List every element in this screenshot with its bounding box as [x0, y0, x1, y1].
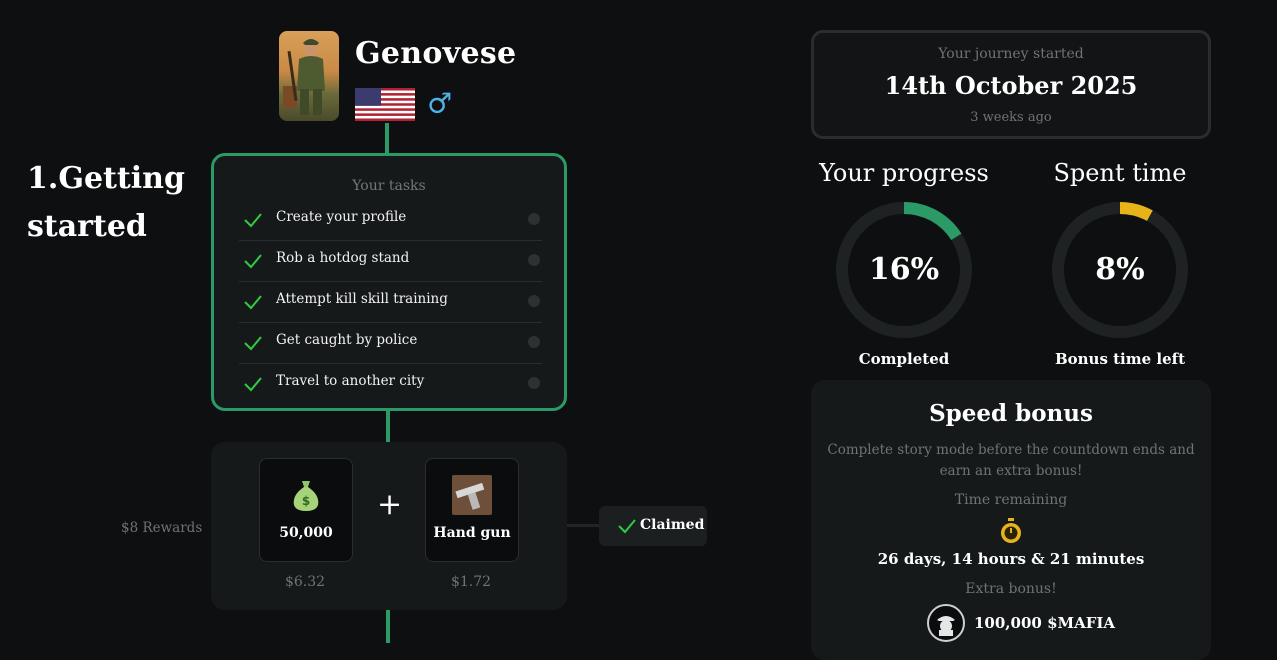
- tasks-card-title: Your tasks: [352, 178, 426, 194]
- claim-connector: [567, 524, 601, 527]
- rewards-label: $8 Rewards: [121, 520, 203, 536]
- connector-line-middle: [386, 408, 390, 444]
- speed-bonus-title: Speed bonus: [929, 400, 1093, 427]
- reward-price: $1.72: [450, 574, 492, 590]
- connector-line-bottom: [386, 610, 390, 643]
- journey-relative-time: 3 weeks ago: [970, 110, 1052, 125]
- task-label: Attempt kill skill training: [276, 291, 448, 307]
- soldier-avatar-icon: [283, 39, 325, 115]
- check-icon: [244, 295, 262, 310]
- check-icon: [244, 213, 262, 228]
- task-info-icon[interactable]: [528, 254, 540, 266]
- mafia-token-icon: [927, 604, 965, 642]
- progress-title: Your progress: [819, 159, 989, 187]
- task-list: Create your profile Rob a hotdog stand A…: [239, 200, 542, 404]
- claimed-button[interactable]: Claimed: [599, 506, 707, 546]
- check-icon: [244, 377, 262, 392]
- reward-price: $6.32: [284, 574, 326, 590]
- task-item-travel-city[interactable]: Travel to another city: [239, 364, 542, 404]
- journey-date: 14th October 2025: [884, 71, 1138, 100]
- task-item-rob-hotdog-stand[interactable]: Rob a hotdog stand: [239, 241, 542, 282]
- spent-time-caption: Bonus time left: [1054, 350, 1186, 368]
- reward-handgun[interactable]: Hand gun: [425, 458, 519, 562]
- player-avatar[interactable]: [279, 31, 339, 121]
- handgun-icon: [452, 475, 492, 515]
- journey-label: Your journey started: [938, 46, 1084, 62]
- progress-value: 16%: [868, 252, 940, 287]
- reward-cash[interactable]: $ 50,000: [259, 458, 353, 562]
- time-remaining-label: Time remaining: [954, 492, 1068, 508]
- task-label: Rob a hotdog stand: [276, 250, 410, 266]
- rewards-card: $ 50,000 $6.32 + Hand gun $1.72: [211, 442, 567, 610]
- task-item-kill-skill-training[interactable]: Attempt kill skill training: [239, 282, 542, 323]
- reward-name: Hand gun: [433, 525, 511, 541]
- task-info-icon[interactable]: [528, 336, 540, 348]
- reward-name: 50,000: [279, 525, 333, 541]
- tasks-card: Your tasks Create your profile Rob a hot…: [211, 153, 567, 411]
- plus-icon: +: [377, 487, 403, 522]
- task-info-icon[interactable]: [528, 213, 540, 225]
- task-label: Travel to another city: [276, 373, 425, 389]
- progress-caption: Completed: [858, 350, 950, 368]
- chapter-title: 1.Getting started: [27, 161, 185, 244]
- spent-time-title: Spent time: [1053, 159, 1187, 187]
- countdown-value: 26 days, 14 hours & 21 minutes: [877, 550, 1145, 568]
- check-icon: [244, 336, 262, 351]
- claimed-label: Claimed: [640, 517, 705, 533]
- check-icon: [618, 519, 636, 534]
- spent-time-value: 8%: [1095, 252, 1145, 287]
- extra-bonus-label: Extra bonus!: [965, 581, 1057, 597]
- task-item-caught-by-police[interactable]: Get caught by police: [239, 323, 542, 364]
- task-info-icon[interactable]: [528, 295, 540, 307]
- journey-card: Your journey started 14th October 2025 3…: [811, 30, 1211, 139]
- us-flag-icon: [355, 88, 415, 121]
- money-bag-icon: $: [293, 481, 319, 511]
- stopwatch-icon: [1001, 518, 1021, 543]
- task-label: Get caught by police: [276, 332, 418, 348]
- extra-bonus-amount: 100,000 $MAFIA: [974, 614, 1116, 632]
- connector-line-top: [385, 123, 389, 155]
- task-info-icon[interactable]: [528, 377, 540, 389]
- speed-bonus-description: Complete story mode before the countdown…: [827, 442, 1195, 479]
- male-gender-icon: ♂: [427, 87, 453, 120]
- speed-bonus-card: Speed bonus Complete story mode before t…: [811, 380, 1211, 660]
- check-icon: [244, 254, 262, 269]
- task-label: Create your profile: [276, 209, 407, 225]
- player-name: Genovese: [355, 36, 517, 71]
- task-item-create-profile[interactable]: Create your profile: [239, 200, 542, 241]
- svg-text:$: $: [302, 494, 310, 508]
